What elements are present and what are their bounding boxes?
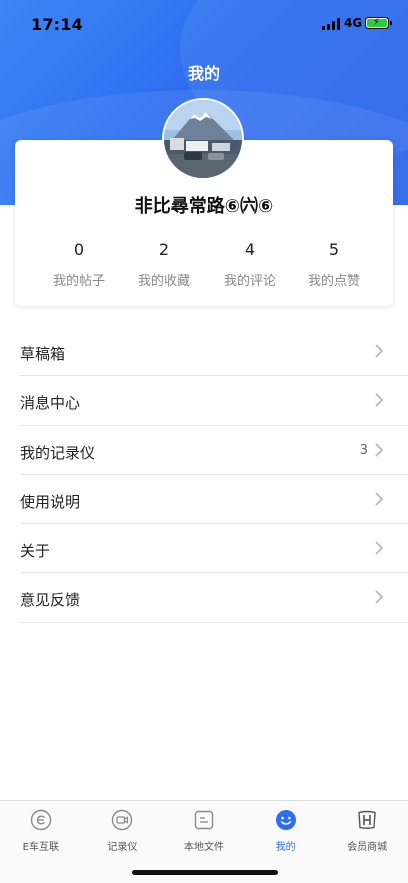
menu-item-feedback[interactable]: 意见反馈 <box>20 573 408 623</box>
smiley-profile-icon <box>275 810 296 830</box>
menu-item-instructions[interactable]: 使用说明 <box>20 475 408 525</box>
tab-label: 本地文件 <box>183 842 224 853</box>
home-indicator[interactable] <box>132 870 278 875</box>
recorder-count: 3 <box>359 442 368 458</box>
e-connect-icon <box>30 809 51 831</box>
chevron-right-icon <box>375 443 384 457</box>
menu-item-label: 使用说明 <box>20 492 81 511</box>
honda-logo-icon <box>358 810 376 829</box>
tab-label: 记录仪 <box>107 842 138 853</box>
menu-item-about[interactable]: 关于 <box>20 524 408 574</box>
stat-label: 我的帖子 <box>52 274 105 289</box>
chevron-right-icon <box>375 590 384 605</box>
menu-item-my-recorders[interactable]: 我的记录仪 3 <box>20 426 408 475</box>
tab-member-mall[interactable]: 会员商城 <box>326 809 408 853</box>
menu-item-label: 我的记录仪 <box>20 443 96 462</box>
signal-icon <box>322 18 342 30</box>
tab-profile[interactable]: 我的 <box>245 809 327 853</box>
avatar[interactable] <box>162 98 244 180</box>
chevron-right-icon <box>375 541 384 555</box>
stat-favorites[interactable]: 2 我的收藏 <box>119 240 209 289</box>
status-time: 17:14 <box>31 15 83 34</box>
stat-value: 2 <box>158 240 170 259</box>
menu-list: 草稿箱 消息中心 我的记录仪 3 使用说明 关于 意见反馈 <box>20 327 408 623</box>
menu-item-label: 关于 <box>20 542 51 561</box>
stat-likes[interactable]: 5 我的点赞 <box>289 240 379 289</box>
menu-item-label: 消息中心 <box>20 394 81 413</box>
battery-icon: ⚡ <box>365 17 392 29</box>
dashcam-icon <box>112 809 133 831</box>
stat-value: 0 <box>73 240 85 259</box>
menu-item-label: 草稿箱 <box>20 345 66 363</box>
stat-label: 我的评论 <box>223 274 276 289</box>
profile-stats: 0 我的帖子 2 我的收藏 4 我的评论 5 我的点赞 <box>15 240 393 296</box>
chevron-right-icon <box>375 393 384 407</box>
page-title: 我的 <box>187 64 220 83</box>
tab-label: 我的 <box>275 842 296 853</box>
chevron-right-icon <box>375 344 384 358</box>
local-file-icon <box>194 810 214 830</box>
stat-label: 我的点赞 <box>307 274 360 289</box>
tab-e-connect[interactable]: E车互联 <box>0 809 82 853</box>
stat-value: 5 <box>328 240 340 259</box>
network-type: 4G <box>344 16 363 30</box>
menu-item-message-center[interactable]: 消息中心 <box>20 376 408 426</box>
menu-item-drafts[interactable]: 草稿箱 <box>20 327 408 377</box>
stat-label: 我的收藏 <box>137 274 190 289</box>
menu-item-label: 意见反馈 <box>20 591 81 610</box>
status-bar: 17:14 4G ⚡ <box>0 0 408 50</box>
tab-local-files[interactable]: 本地文件 <box>163 809 245 853</box>
tab-recorder[interactable]: 记录仪 <box>82 809 164 853</box>
stat-comments[interactable]: 4 我的评论 <box>205 240 295 289</box>
chevron-right-icon <box>375 492 384 506</box>
tab-label: E车互联 <box>22 842 59 853</box>
username[interactable]: 非比尋常路⑥㈥⑥ <box>15 192 393 218</box>
stat-posts[interactable]: 0 我的帖子 <box>34 240 124 289</box>
stat-value: 4 <box>244 240 256 259</box>
tab-label: 会员商城 <box>347 842 388 853</box>
